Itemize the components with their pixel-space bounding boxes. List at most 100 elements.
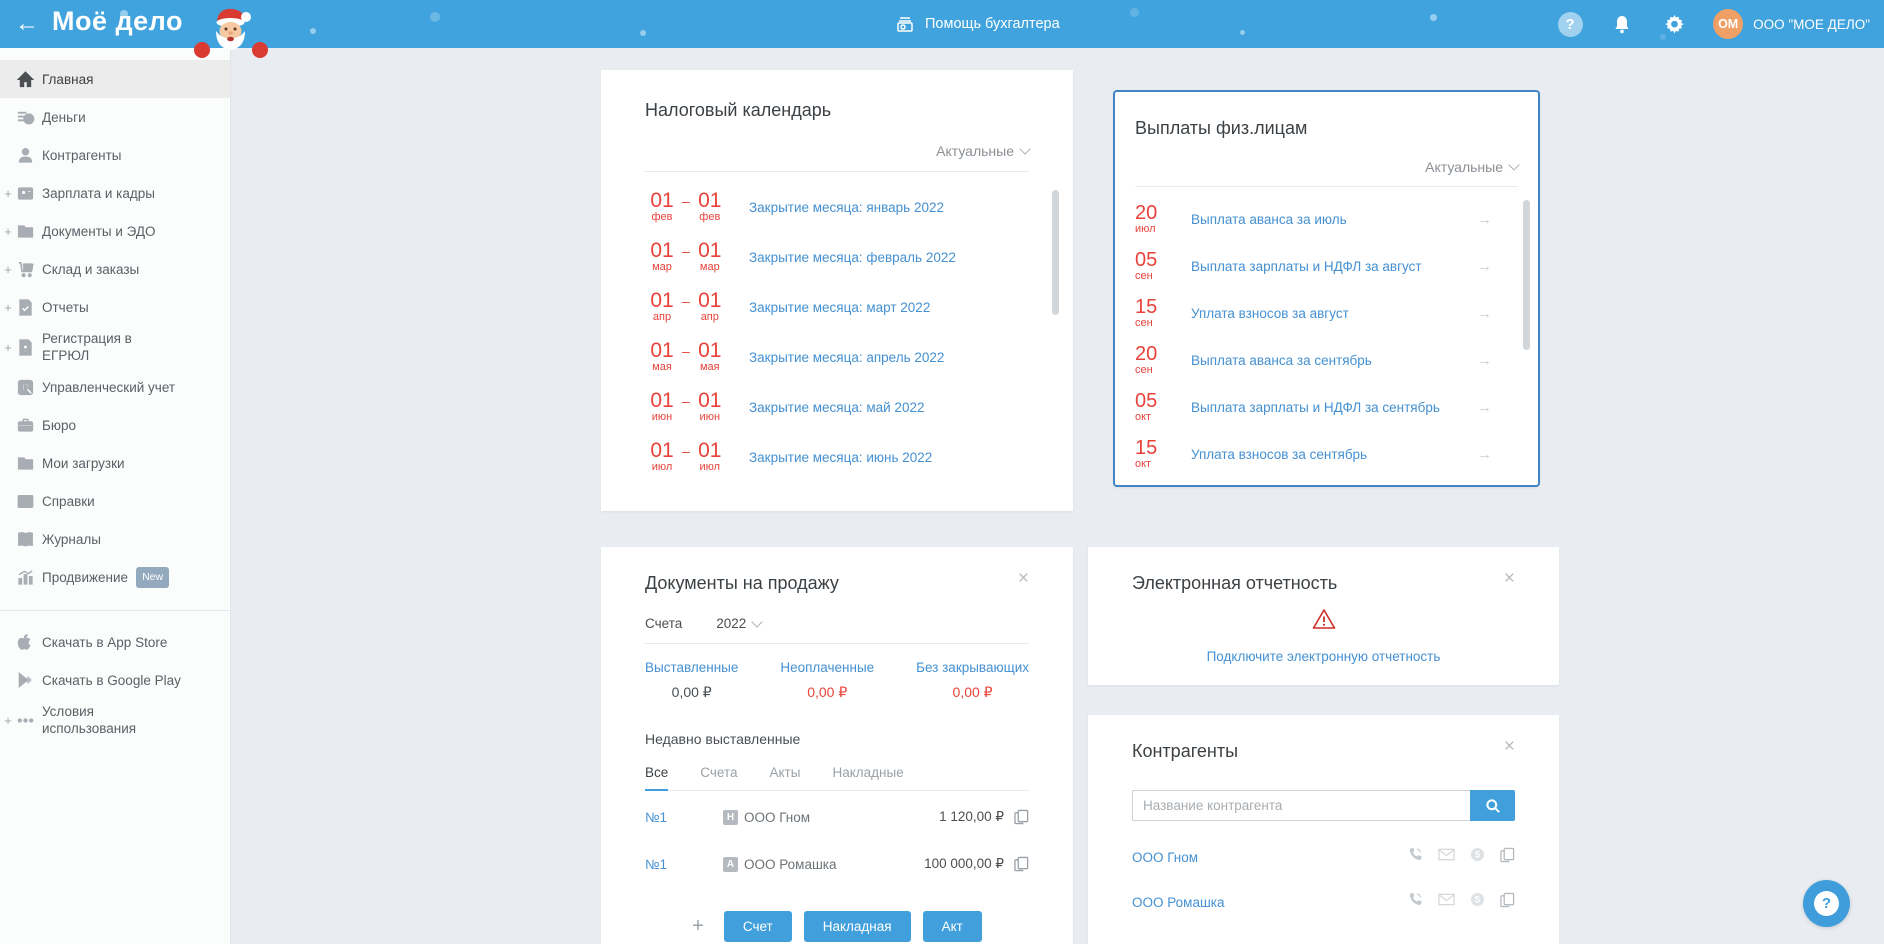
connect-ereporting-link[interactable]: Подключите электронную отчетность <box>1207 649 1441 664</box>
document-row: №1 Н ООО Гном 1 120,00 ₽ <box>645 796 1029 838</box>
create-invoice-button[interactable]: Счет <box>723 911 792 942</box>
stat-label-link[interactable]: Выставленные <box>645 660 738 675</box>
search-button[interactable] <box>1470 790 1515 821</box>
copy-icon[interactable] <box>1500 892 1515 913</box>
account-menu[interactable]: ОМ ООО "МОЕ ДЕЛО" <box>1713 9 1870 39</box>
sidebar-item-documents-edo[interactable]: + Документы и ЭДО <box>0 212 230 250</box>
svg-text:₽: ₽ <box>27 114 32 123</box>
help-icon[interactable]: ? <box>1557 11 1583 37</box>
sidebar-item-terms[interactable]: + Условия использования <box>0 699 230 741</box>
email-icon[interactable] <box>1438 893 1455 911</box>
sidebar-item-money[interactable]: ₽ Деньги <box>0 98 230 136</box>
payout-link[interactable]: Выплата аванса за июль <box>1191 212 1347 227</box>
tax-event-link[interactable]: Закрытие месяца: июнь 2022 <box>749 450 932 465</box>
year-dropdown[interactable]: 2022 <box>716 615 763 631</box>
report-document-icon <box>15 297 35 317</box>
sidebar-item-google-play[interactable]: Скачать в Google Play <box>0 661 230 699</box>
sidebar-item-counterparties[interactable]: Контрагенты <box>0 136 230 174</box>
sidebar-item-bureau[interactable]: Бюро <box>0 406 230 444</box>
tax-calendar-filter[interactable]: Актуальные <box>645 143 1031 171</box>
app-logo[interactable]: Моё дело <box>52 6 183 37</box>
tab-invoices[interactable]: Счета <box>700 765 737 790</box>
santa-decoration <box>190 4 272 67</box>
sidebar-item-my-uploads[interactable]: Мои загрузки <box>0 444 230 482</box>
sidebar-item-label: Главная <box>42 71 94 87</box>
tax-event-link[interactable]: Закрытие месяца: март 2022 <box>749 300 930 315</box>
sidebar-item-promotion[interactable]: Продвижение New <box>0 558 230 596</box>
arrow-right-icon[interactable] <box>1477 258 1492 275</box>
create-waybill-button[interactable]: Накладная <box>803 911 911 942</box>
tax-event-link[interactable]: Закрытие месяца: февраль 2022 <box>749 250 956 265</box>
stat-label-link[interactable]: Неоплаченные <box>780 660 874 675</box>
tax-event-row: 01 июл – 01 июл Закрытие месяца: июнь 2022 <box>645 432 1029 482</box>
payouts-title: Выплаты физ.лицам <box>1135 118 1308 138</box>
divider <box>1135 186 1518 187</box>
skype-icon[interactable]: S <box>1470 892 1485 912</box>
document-amount: 1 120,00 ₽ <box>939 809 1004 824</box>
skype-icon[interactable]: S <box>1470 847 1485 867</box>
stat-label-link[interactable]: Без закрывающих <box>916 660 1029 675</box>
wallet-icon <box>15 183 35 203</box>
expand-plus-icon[interactable]: + <box>2 299 14 316</box>
expand-plus-icon[interactable]: + <box>2 712 14 729</box>
sidebar-item-app-store[interactable]: Скачать в App Store <box>0 623 230 661</box>
payout-row: 20 сен Выплата аванса за сентябрь <box>1135 337 1518 384</box>
divider <box>645 171 1029 172</box>
counterparties-card: Контрагенты ООО Гном <box>1088 715 1559 944</box>
sidebar-item-management-accounting[interactable]: Р Управленческий учет <box>0 368 230 406</box>
tax-event-link[interactable]: Закрытие месяца: май 2022 <box>749 400 924 415</box>
year-value: 2022 <box>716 616 747 631</box>
sidebar-item-egrul-registration[interactable]: + Регистрация в ЕГРЮЛ <box>0 326 230 368</box>
close-icon[interactable] <box>1018 569 1029 588</box>
document-number-link[interactable]: №1 <box>645 857 723 872</box>
create-act-button[interactable]: Акт <box>922 911 982 942</box>
accountant-help[interactable]: Помощь бухгалтера <box>895 0 1060 48</box>
payout-link[interactable]: Выплата зарплаты и НДФЛ за сентябрь <box>1191 400 1440 415</box>
counterparty-search-input[interactable] <box>1132 790 1470 821</box>
arrow-right-icon[interactable] <box>1477 446 1492 463</box>
expand-plus-icon[interactable]: + <box>2 261 14 278</box>
close-icon[interactable] <box>1504 737 1515 756</box>
back-arrow-icon[interactable]: ← <box>10 8 44 40</box>
payouts-card: Выплаты физ.лицам Актуальные 20 июл Выпла… <box>1113 90 1540 487</box>
copy-icon[interactable] <box>1500 847 1515 868</box>
notifications-bell-icon[interactable] <box>1609 11 1635 37</box>
counterparty-link[interactable]: ООО Гном <box>1132 850 1198 865</box>
arrow-right-icon[interactable] <box>1477 305 1492 322</box>
payout-link[interactable]: Выплата зарплаты и НДФЛ за август <box>1191 259 1422 274</box>
tax-event-link[interactable]: Закрытие месяца: апрель 2022 <box>749 350 944 365</box>
payout-link[interactable]: Выплата аванса за сентябрь <box>1191 353 1372 368</box>
payout-link[interactable]: Уплата взносов за август <box>1191 306 1349 321</box>
tab-acts[interactable]: Акты <box>770 765 801 790</box>
expand-plus-icon[interactable]: + <box>2 223 14 240</box>
counterparty-link[interactable]: ООО Ромашка <box>1132 895 1225 910</box>
payouts-filter[interactable]: Актуальные <box>1135 159 1520 186</box>
tab-waybills[interactable]: Накладные <box>832 765 903 790</box>
tax-event-link[interactable]: Закрытие месяца: январь 2022 <box>749 200 944 215</box>
sidebar-item-journals[interactable]: Журналы <box>0 520 230 558</box>
close-icon[interactable] <box>1504 569 1515 588</box>
sidebar-item-certificates[interactable]: Справки <box>0 482 230 520</box>
email-icon[interactable] <box>1438 848 1455 866</box>
copy-icon[interactable] <box>1014 809 1029 825</box>
add-document-plus-icon[interactable] <box>692 915 704 938</box>
floating-help-button[interactable]: ? <box>1803 880 1850 927</box>
settings-gear-icon[interactable] <box>1661 11 1687 37</box>
scrollbar-thumb[interactable] <box>1523 200 1530 350</box>
tab-all[interactable]: Все <box>645 765 669 791</box>
scrollbar-thumb[interactable] <box>1052 190 1059 315</box>
expand-plus-icon[interactable]: + <box>2 339 14 356</box>
phone-icon[interactable] <box>1408 847 1423 867</box>
payout-link[interactable]: Уплата взносов за сентябрь <box>1191 447 1367 462</box>
sidebar-item-payroll[interactable]: + Зарплата и кадры <box>0 174 230 212</box>
arrow-right-icon[interactable] <box>1477 399 1492 416</box>
sidebar-item-reports[interactable]: + Отчеты <box>0 288 230 326</box>
sidebar-item-label: Контрагенты <box>42 147 122 163</box>
sidebar-item-warehouse[interactable]: + Склад и заказы <box>0 250 230 288</box>
document-number-link[interactable]: №1 <box>645 810 723 825</box>
arrow-right-icon[interactable] <box>1477 211 1492 228</box>
arrow-right-icon[interactable] <box>1477 352 1492 369</box>
expand-plus-icon[interactable]: + <box>2 185 14 202</box>
phone-icon[interactable] <box>1408 892 1423 912</box>
copy-icon[interactable] <box>1014 856 1029 872</box>
